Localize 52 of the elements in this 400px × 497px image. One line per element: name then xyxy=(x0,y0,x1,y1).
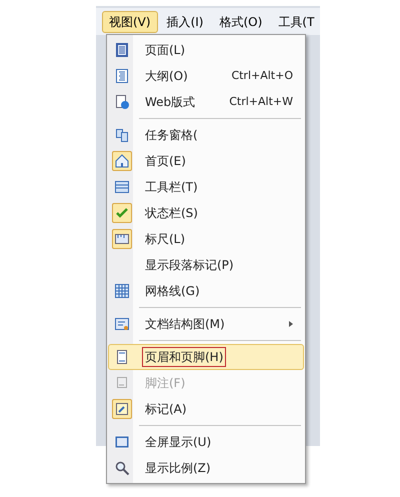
menu-item[interactable]: 标记(A) xyxy=(108,396,304,422)
shortcut: Ctrl+Alt+W xyxy=(229,94,293,110)
menu-item[interactable]: 大纲(O) Ctrl+Alt+O xyxy=(108,63,304,89)
menu-item-label: 大纲(O) xyxy=(144,68,189,85)
outline-icon xyxy=(114,68,130,84)
menu-item-label: 标记(A) xyxy=(144,401,188,418)
menu-item[interactable]: 显示比例(Z) xyxy=(108,455,304,481)
menu-item-label: 显示段落标记(P) xyxy=(144,257,235,274)
full-screen-icon xyxy=(114,434,130,450)
menu-item-label: 网格线(G) xyxy=(144,283,201,300)
web-page-icon xyxy=(114,94,130,110)
menu-bar-item[interactable]: 视图(V) xyxy=(102,10,158,32)
menu-bar-item[interactable]: 格式(O) xyxy=(212,10,270,32)
toolbar-icon xyxy=(114,179,130,195)
menu-item[interactable]: 文档结构图(M) xyxy=(108,311,304,337)
footnote-icon xyxy=(114,375,130,391)
menu-item-label: 脚注(F) xyxy=(144,375,186,392)
menu-item[interactable]: 工具栏(T) xyxy=(108,174,304,200)
menu-item-label: 标尺(L) xyxy=(144,231,186,248)
menu-item-label: 页眉和页脚(H) xyxy=(143,348,226,366)
markup-icon xyxy=(114,401,130,417)
menu-item[interactable]: 标尺(L) xyxy=(108,226,304,252)
document-map-icon xyxy=(114,316,130,332)
menu-item-label: 显示比例(Z) xyxy=(144,460,212,477)
menu-item[interactable]: 显示段落标记(P) xyxy=(108,252,304,278)
menu-item[interactable]: 网格线(G) xyxy=(108,278,304,304)
header-footer-icon xyxy=(114,349,130,365)
shortcut: Ctrl+Alt+O xyxy=(231,68,293,84)
menu-item[interactable]: Web版式 Ctrl+Alt+W xyxy=(108,89,304,115)
panes-icon xyxy=(114,127,130,143)
page-icon xyxy=(114,42,130,58)
submenu-arrow-icon xyxy=(289,321,293,327)
menu-item-label: 工具栏(T) xyxy=(144,179,199,196)
home-icon xyxy=(114,153,130,169)
menu-item[interactable]: 页眉和页脚(H) xyxy=(108,344,304,370)
search-icon xyxy=(114,460,130,476)
menu-item-label: 任务窗格( xyxy=(144,127,199,144)
ruler-icon xyxy=(114,231,130,247)
menu-bar-item[interactable]: 工具(T xyxy=(271,10,322,32)
menu-item-label: Web版式 xyxy=(144,94,196,111)
menu-item-label: 状态栏(S) xyxy=(144,205,199,222)
menu-item-label: 页面(L) xyxy=(144,42,186,59)
menu-item[interactable]: 任务窗格( xyxy=(108,122,304,148)
menu-item-label: 文档结构图(M) xyxy=(144,316,226,333)
grid-icon xyxy=(114,283,130,299)
menu-item[interactable]: 首页(E) xyxy=(108,148,304,174)
menu-item-label: 首页(E) xyxy=(144,153,187,170)
menu-item[interactable]: 状态栏(S) xyxy=(108,200,304,226)
menu-bar-item[interactable]: 插入(I) xyxy=(160,10,210,32)
menu-item-label: 全屏显示(U) xyxy=(144,434,212,451)
menu-item[interactable]: 全屏显示(U) xyxy=(108,429,304,455)
menu-item[interactable]: 页面(L) xyxy=(108,37,304,63)
